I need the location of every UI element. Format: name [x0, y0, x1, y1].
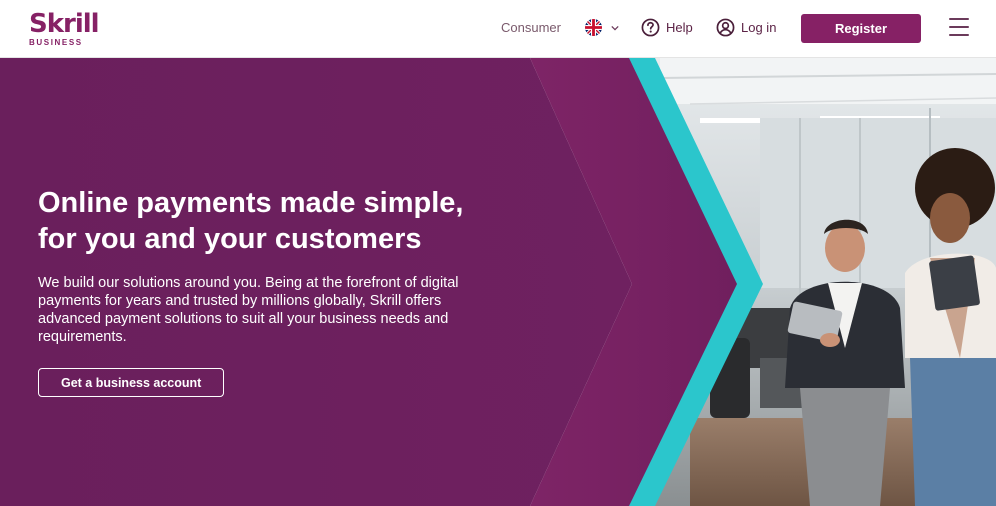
uk-flag-icon	[585, 19, 602, 36]
menu-line	[949, 18, 969, 20]
help-link[interactable]: Help	[641, 18, 693, 37]
top-navigation-bar: Skrill BUSINESS Consumer Help Log in Reg…	[0, 0, 996, 58]
logo-wordmark: Skrill	[29, 9, 100, 39]
headline-line-1: Online payments made simple,	[38, 187, 464, 219]
user-circle-icon	[716, 18, 735, 37]
register-button[interactable]: Register	[801, 14, 921, 43]
get-business-account-button[interactable]: Get a business account	[38, 368, 225, 397]
hero-section: Online payments made simple, for you and…	[0, 58, 996, 506]
language-selector[interactable]	[585, 19, 619, 36]
skrill-business-logo[interactable]: Skrill BUSINESS	[29, 9, 100, 48]
login-link[interactable]: Log in	[716, 18, 776, 37]
menu-line	[949, 26, 969, 28]
hero-headline: Online payments made simple, for you and…	[38, 185, 508, 257]
logo-subtitle: BUSINESS	[29, 38, 83, 47]
question-circle-icon	[641, 18, 660, 37]
woman-figure	[905, 148, 996, 506]
menu-line	[949, 34, 969, 36]
login-label: Log in	[741, 19, 777, 35]
hamburger-menu-icon[interactable]	[949, 18, 969, 38]
headline-line-2: for you and your customers	[38, 223, 422, 255]
nav-consumer-link[interactable]: Consumer	[501, 19, 561, 37]
hero-description: We build our solutions around you. Being…	[38, 275, 459, 345]
chevron-down-icon	[611, 25, 619, 30]
hero-text-block: Online payments made simple, for you and…	[38, 185, 508, 397]
help-label: Help	[666, 19, 693, 35]
